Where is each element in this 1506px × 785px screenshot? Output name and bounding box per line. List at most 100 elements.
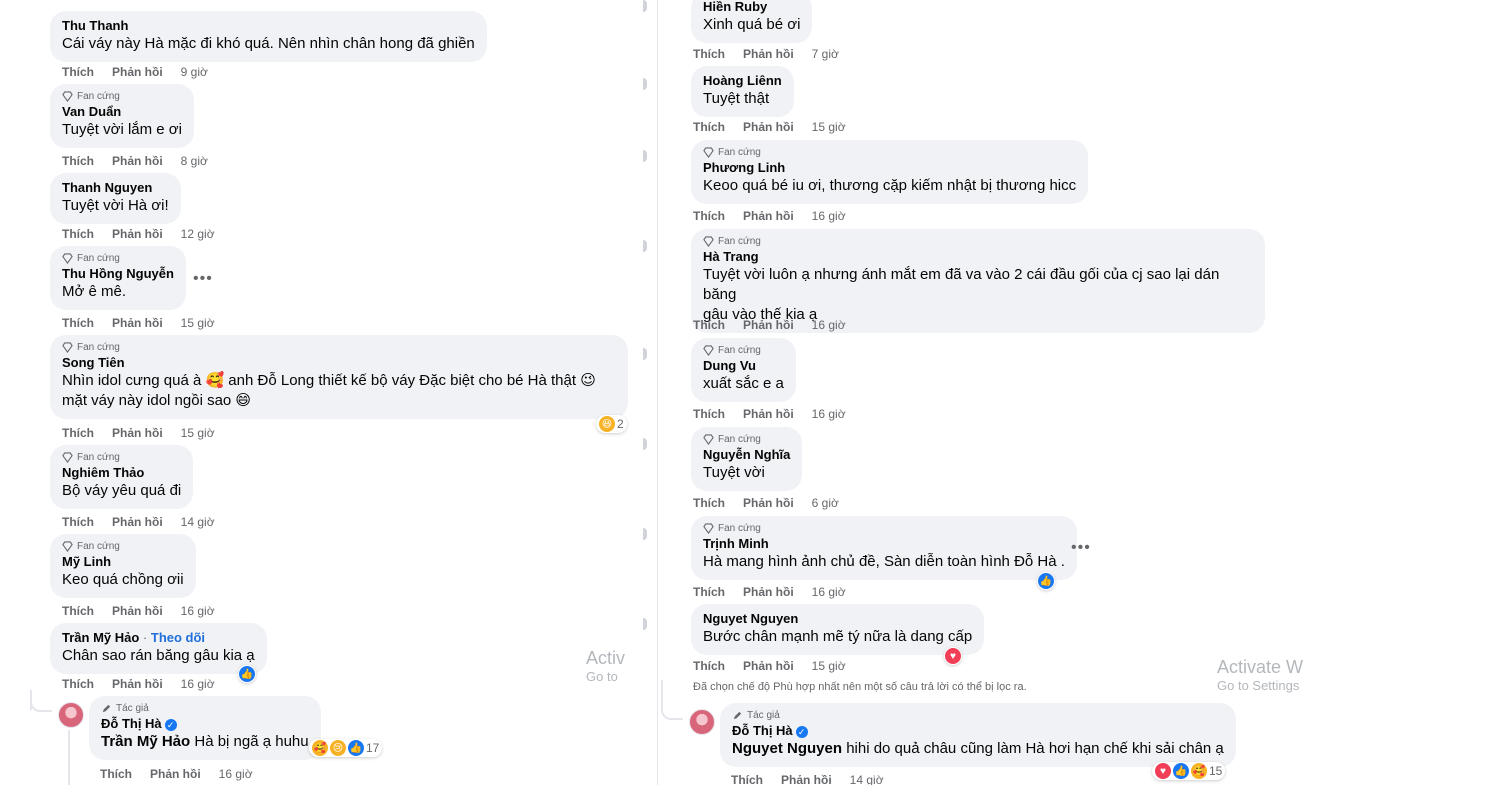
comment-time[interactable]: 16 giờ <box>812 318 846 332</box>
author-badge: Tác giả <box>101 703 309 714</box>
commenter-name[interactable]: Phương Linh <box>703 160 1076 176</box>
author-name[interactable]: Đỗ Thị Hà <box>732 723 793 738</box>
like-button[interactable]: Thích <box>62 65 94 79</box>
commenter-name[interactable]: Song Tiên <box>62 355 616 371</box>
comment-bubble: Fan cứng Thu Hồng Nguyễn Mở ê mê. <box>50 246 186 310</box>
reaction-summary[interactable]: ♥ 👍 🥰 15 <box>1152 762 1226 780</box>
reply-target-mention[interactable]: Nguyet Nguyen <box>732 740 842 757</box>
reaction-summary[interactable]: ♥ <box>944 647 962 665</box>
comment-time[interactable]: 9 giờ <box>181 65 208 79</box>
like-button[interactable]: Thích <box>62 515 94 529</box>
like-button[interactable]: Thích <box>693 120 725 134</box>
reply-button[interactable]: Phản hồi <box>743 209 794 223</box>
like-button[interactable]: Thích <box>62 316 94 330</box>
comment-time[interactable]: 16 giờ <box>181 604 215 618</box>
commenter-name[interactable]: Thu Hồng Nguyễn <box>62 266 174 282</box>
comment-time[interactable]: 16 giờ <box>219 767 253 781</box>
more-options-icon[interactable]: ••• <box>1071 539 1091 557</box>
comments-column-left: Thu Thanh Cái váy này Hà mặc đi khó quá.… <box>0 0 640 785</box>
comment-time[interactable]: 6 giờ <box>812 496 839 510</box>
like-button[interactable]: Thích <box>693 496 725 510</box>
comment-time[interactable]: 8 giờ <box>181 154 208 168</box>
comment: Fan cứng Nguyễn Nghĩa Tuyệt vời <box>691 427 803 491</box>
commenter-name[interactable]: Thu Thanh <box>62 18 475 34</box>
comment-actions: Thích Phản hồi 16 giờ <box>693 407 846 421</box>
reaction-summary[interactable]: 👍 <box>238 665 256 683</box>
like-button[interactable]: Thích <box>62 154 94 168</box>
comment-actions: Thích Phản hồi 16 giờ <box>100 767 253 781</box>
comment-time[interactable]: 16 giờ <box>181 677 215 691</box>
reply-button[interactable]: Phản hồi <box>743 47 794 61</box>
comment-time[interactable]: 14 giờ <box>850 773 884 785</box>
more-options-icon[interactable]: ••• <box>193 270 213 288</box>
comment-time[interactable]: 15 giờ <box>812 659 846 673</box>
reply-button[interactable]: Phản hồi <box>743 407 794 421</box>
reply-button[interactable]: Phản hồi <box>781 773 832 785</box>
comment-time[interactable]: 15 giờ <box>181 426 215 440</box>
like-button[interactable]: Thích <box>731 773 763 785</box>
reply-target-mention[interactable]: Trần Mỹ Hảo <box>101 733 190 750</box>
commenter-name[interactable]: Van Duẩn <box>62 104 182 120</box>
like-button[interactable]: Thích <box>693 659 725 673</box>
commenter-name[interactable]: Thanh Nguyen <box>62 180 169 196</box>
commenter-name[interactable]: Hiền Ruby <box>703 0 800 15</box>
commenter-name[interactable]: Trịnh Minh <box>703 536 1065 552</box>
like-button[interactable]: Thích <box>62 604 94 618</box>
reaction-summary[interactable]: 😆 2 <box>596 415 627 433</box>
reply-button[interactable]: Phản hồi <box>150 767 201 781</box>
reply-button[interactable]: Phản hồi <box>112 65 163 79</box>
like-button[interactable]: Thích <box>62 426 94 440</box>
like-button[interactable]: Thích <box>100 767 132 781</box>
like-button[interactable]: Thích <box>62 227 94 241</box>
comment-text: Bộ váy yêu quá đi <box>62 482 182 499</box>
comment-time[interactable]: 15 giờ <box>812 120 846 134</box>
reply-button[interactable]: Phản hồi <box>743 659 794 673</box>
like-button[interactable]: Thích <box>693 585 725 599</box>
reply-button[interactable]: Phản hồi <box>743 585 794 599</box>
commenter-name[interactable]: Nguyễn Nghĩa <box>703 447 790 463</box>
reply-button[interactable]: Phản hồi <box>112 604 163 618</box>
author-avatar[interactable] <box>58 702 84 728</box>
activation-watermark: Activ Go to <box>586 648 625 684</box>
author-avatar[interactable] <box>689 709 715 735</box>
commenter-name[interactable]: Nghiêm Thảo <box>62 465 181 481</box>
commenter-name[interactable]: Mỹ Linh <box>62 554 184 570</box>
fan-badge-label: Fan cứng <box>77 541 120 552</box>
commenter-name[interactable]: Nguyet Nguyen <box>703 611 972 627</box>
diamond-icon <box>62 342 73 353</box>
comment-time[interactable]: 16 giờ <box>812 209 846 223</box>
reply-button[interactable]: Phản hồi <box>743 318 794 332</box>
like-button[interactable]: Thích <box>62 677 94 691</box>
reply-button[interactable]: Phản hồi <box>743 120 794 134</box>
reply-button[interactable]: Phản hồi <box>112 316 163 330</box>
reaction-summary[interactable]: 🥰 😢 👍 17 <box>309 739 383 757</box>
reply-button[interactable]: Phản hồi <box>112 515 163 529</box>
commenter-name[interactable]: Trần Mỹ Hảo <box>62 630 139 645</box>
reaction-count: 2 <box>617 417 624 431</box>
like-button[interactable]: Thích <box>693 47 725 61</box>
comment-time[interactable]: 7 giờ <box>812 47 839 61</box>
comment-time[interactable]: 16 giờ <box>812 585 846 599</box>
like-button[interactable]: Thích <box>693 318 725 332</box>
commenter-name[interactable]: Hoàng Liênn <box>703 73 782 89</box>
comment-actions: Thích Phản hồi 14 giờ <box>62 515 215 529</box>
reaction-summary[interactable]: 👍 <box>1037 572 1055 590</box>
reply-button[interactable]: Phản hồi <box>112 227 163 241</box>
comment-text: hihi do quả châu cũng làm Hà hơi hạn chế… <box>846 740 1224 757</box>
like-button[interactable]: Thích <box>693 407 725 421</box>
author-name[interactable]: Đỗ Thị Hà <box>101 716 162 731</box>
comment-time[interactable]: 16 giờ <box>812 407 846 421</box>
reply-button[interactable]: Phản hồi <box>112 154 163 168</box>
reply-button[interactable]: Phản hồi <box>112 426 163 440</box>
comment-time[interactable]: 15 giờ <box>181 316 215 330</box>
follow-link[interactable]: Theo dõi <box>151 630 205 645</box>
comment-time[interactable]: 12 giờ <box>181 227 215 241</box>
comment-time[interactable]: 14 giờ <box>181 515 215 529</box>
commenter-name[interactable]: Hà Trang <box>703 249 1253 265</box>
reply-button[interactable]: Phản hồi <box>112 677 163 691</box>
watermark-line-2: Go to Settings <box>1217 678 1300 693</box>
comment-bubble: Thanh Nguyen Tuyệt vời Hà ơi! <box>50 173 181 224</box>
like-button[interactable]: Thích <box>693 209 725 223</box>
reply-button[interactable]: Phản hồi <box>743 496 794 510</box>
commenter-name[interactable]: Dung Vu <box>703 358 784 374</box>
